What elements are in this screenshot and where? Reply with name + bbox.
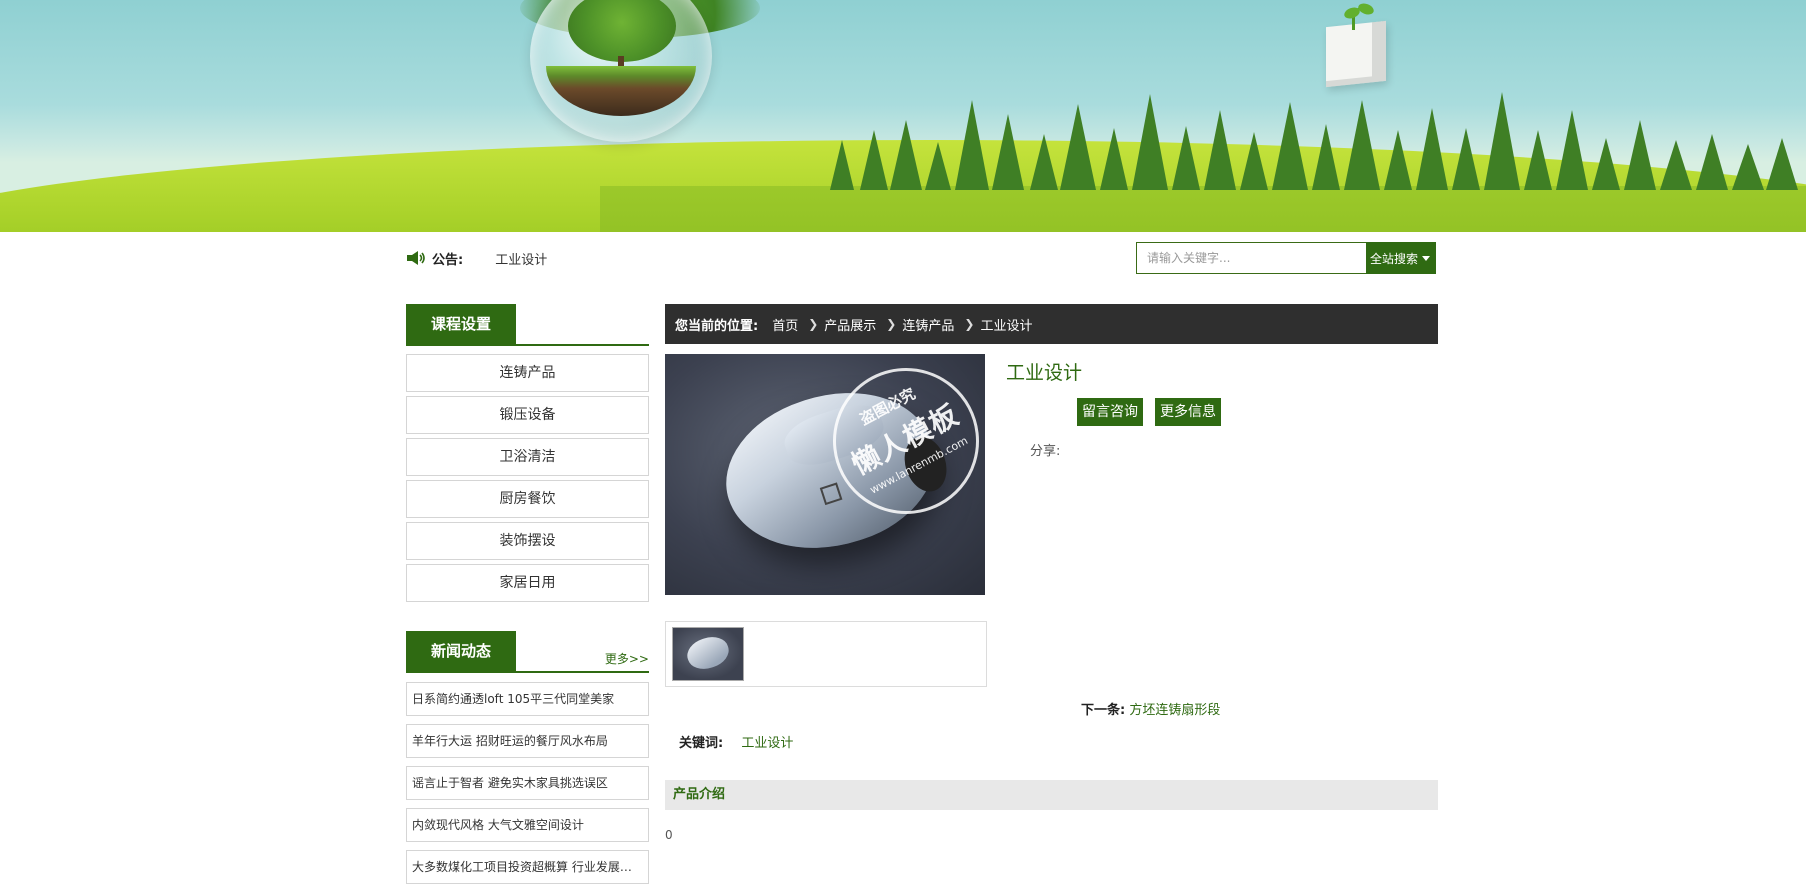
news-item[interactable]: 谣言止于智者 避免实木家具挑选误区 bbox=[406, 766, 649, 800]
search-button[interactable]: 全站搜索 bbox=[1366, 242, 1436, 274]
breadcrumb-lead: 您当前的位置: bbox=[675, 318, 759, 334]
category-list: 连铸产品 锻压设备 卫浴清洁 厨房餐饮 装饰摆设 家居日用 bbox=[406, 354, 649, 606]
news-header: 新闻动态 更多>> bbox=[406, 631, 649, 673]
chevron-right-icon: ❯ bbox=[886, 317, 897, 331]
keywords-label: 关键词: bbox=[679, 736, 724, 751]
next-post: 下一条: 方坯连铸扇形段 bbox=[1081, 699, 1220, 718]
categories-header: 课程设置 bbox=[406, 304, 649, 346]
breadcrumb: 您当前的位置: 首页 ❯ 产品展示 ❯ 连铸产品 ❯ 工业设计 bbox=[665, 304, 1438, 344]
product-title: 工业设计 bbox=[1006, 362, 1083, 384]
breadcrumb-category[interactable]: 连铸产品 bbox=[902, 315, 954, 334]
search-button-label: 全站搜索 bbox=[1370, 251, 1419, 266]
category-item[interactable]: 锻压设备 bbox=[406, 396, 649, 434]
banner-cube-image bbox=[1326, 20, 1386, 88]
product-thumbnail[interactable] bbox=[672, 627, 744, 681]
category-item[interactable]: 厨房餐饮 bbox=[406, 480, 649, 518]
chevron-right-icon: ❯ bbox=[808, 317, 819, 331]
category-item[interactable]: 家居日用 bbox=[406, 564, 649, 602]
news-more-link[interactable]: 更多>> bbox=[605, 650, 649, 667]
next-post-link[interactable]: 方坯连铸扇形段 bbox=[1129, 703, 1220, 718]
caret-down-icon bbox=[1422, 256, 1430, 261]
chevron-right-icon: ❯ bbox=[964, 317, 975, 331]
speaker-icon bbox=[407, 251, 425, 265]
product-intro-title: 产品介绍 bbox=[673, 787, 726, 802]
breadcrumb-current[interactable]: 工业设计 bbox=[980, 315, 1032, 334]
header-banner bbox=[0, 0, 1806, 232]
categories-title: 课程设置 bbox=[406, 304, 516, 344]
notice-bar: 公告: 工业设计 bbox=[406, 248, 547, 268]
product-intro-body: 0 bbox=[665, 828, 673, 842]
search-input[interactable] bbox=[1136, 242, 1366, 274]
news-item[interactable]: 羊年行大运 招财旺运的餐厅风水布局 bbox=[406, 724, 649, 758]
banner-globe-image bbox=[530, 0, 712, 142]
keywords: 关键词: 工业设计 bbox=[679, 732, 793, 751]
share-label: 分享: bbox=[1030, 444, 1061, 459]
next-post-label: 下一条: bbox=[1081, 703, 1126, 718]
breadcrumb-home[interactable]: 首页 bbox=[772, 315, 798, 334]
banner-forest bbox=[830, 92, 1798, 190]
news-item[interactable]: 内敛现代风格 大气文雅空间设计 bbox=[406, 808, 649, 842]
category-item[interactable]: 连铸产品 bbox=[406, 354, 649, 392]
news-item[interactable]: 大多数煤化工项目投资超概算 行业发展遭遇瓶颈 bbox=[406, 850, 649, 884]
news-title: 新闻动态 bbox=[406, 631, 516, 671]
notice-text[interactable]: 工业设计 bbox=[495, 249, 547, 268]
consult-button[interactable]: 留言咨询 bbox=[1077, 398, 1143, 426]
thumbnail-strip bbox=[665, 621, 987, 687]
site-search: 全站搜索 bbox=[1136, 242, 1436, 274]
news-list: 日系简约通透loft 105平三代同堂美家 羊年行大运 招财旺运的餐厅风水布局 … bbox=[406, 682, 649, 892]
product-main-image[interactable]: 盗图必究 懒人模板 www.lanrenmb.com bbox=[665, 354, 985, 595]
notice-label: 公告: bbox=[432, 252, 464, 268]
news-item[interactable]: 日系简约通透loft 105平三代同堂美家 bbox=[406, 682, 649, 716]
more-info-button[interactable]: 更多信息 bbox=[1155, 398, 1221, 426]
category-item[interactable]: 装饰摆设 bbox=[406, 522, 649, 560]
product-intro-header: 产品介绍 bbox=[665, 780, 1438, 810]
breadcrumb-products[interactable]: 产品展示 bbox=[824, 315, 876, 334]
product-actions: 留言咨询 更多信息 bbox=[1077, 398, 1221, 426]
keyword-link[interactable]: 工业设计 bbox=[741, 736, 793, 751]
category-item[interactable]: 卫浴清洁 bbox=[406, 438, 649, 476]
